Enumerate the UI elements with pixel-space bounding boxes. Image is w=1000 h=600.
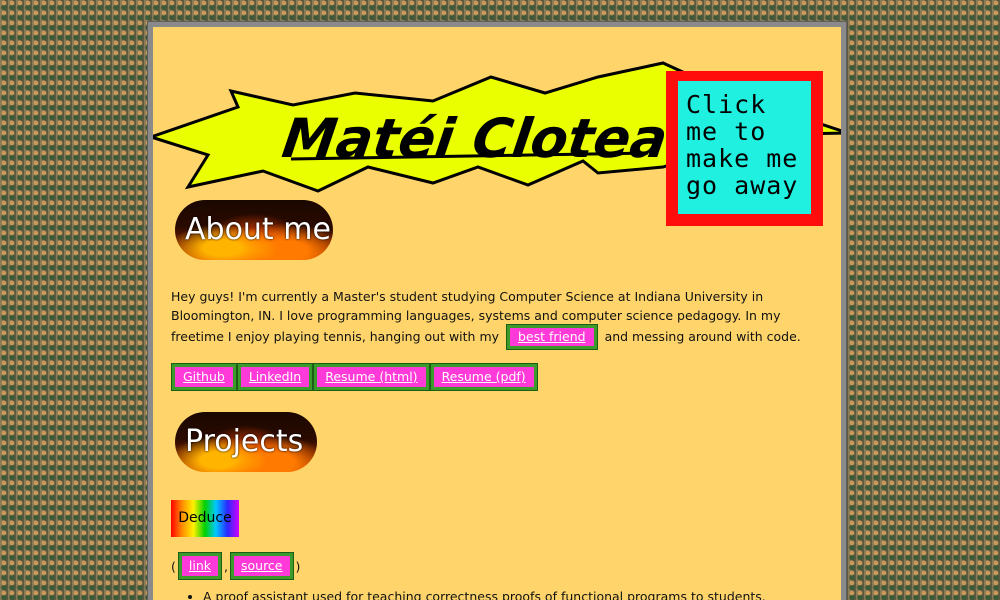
- github-link[interactable]: Github: [171, 363, 237, 391]
- deduce-project-title: Deduce: [171, 500, 239, 537]
- deduce-project-links: ( link , source ): [171, 552, 301, 580]
- projects-heading: Projects: [175, 412, 317, 472]
- go-away-button[interactable]: Click me to make me go away: [666, 71, 823, 226]
- deduce-description-list: A proof assistant used for teaching corr…: [183, 589, 841, 600]
- deduce-description: A proof assistant used for teaching corr…: [203, 589, 841, 600]
- resume-pdf-link[interactable]: Resume (pdf): [429, 363, 538, 391]
- about-heading: About me: [175, 200, 333, 260]
- link-separator: ,: [224, 558, 228, 574]
- deduce-link[interactable]: link: [177, 552, 223, 580]
- deduce-source-link[interactable]: source: [229, 552, 294, 580]
- linkedin-link[interactable]: LinkedIn: [236, 363, 314, 391]
- intro-paragraph: Hey guys! I'm currently a Master's stude…: [171, 287, 831, 350]
- go-away-label: Click me to make me go away: [678, 81, 811, 214]
- main-content-panel: Matéi Cloteaux Click me to make me go aw…: [147, 21, 847, 600]
- profile-links: Github LinkedIn Resume (html) Resume (pd…: [171, 363, 538, 391]
- resume-html-link[interactable]: Resume (html): [313, 363, 430, 391]
- best-friend-link[interactable]: best friend: [506, 324, 598, 350]
- close-paren: ): [295, 558, 301, 574]
- faded-click-me-ghost: [313, 205, 433, 285]
- open-paren: (: [171, 558, 176, 574]
- intro-text-after: and messing around with code.: [604, 329, 801, 344]
